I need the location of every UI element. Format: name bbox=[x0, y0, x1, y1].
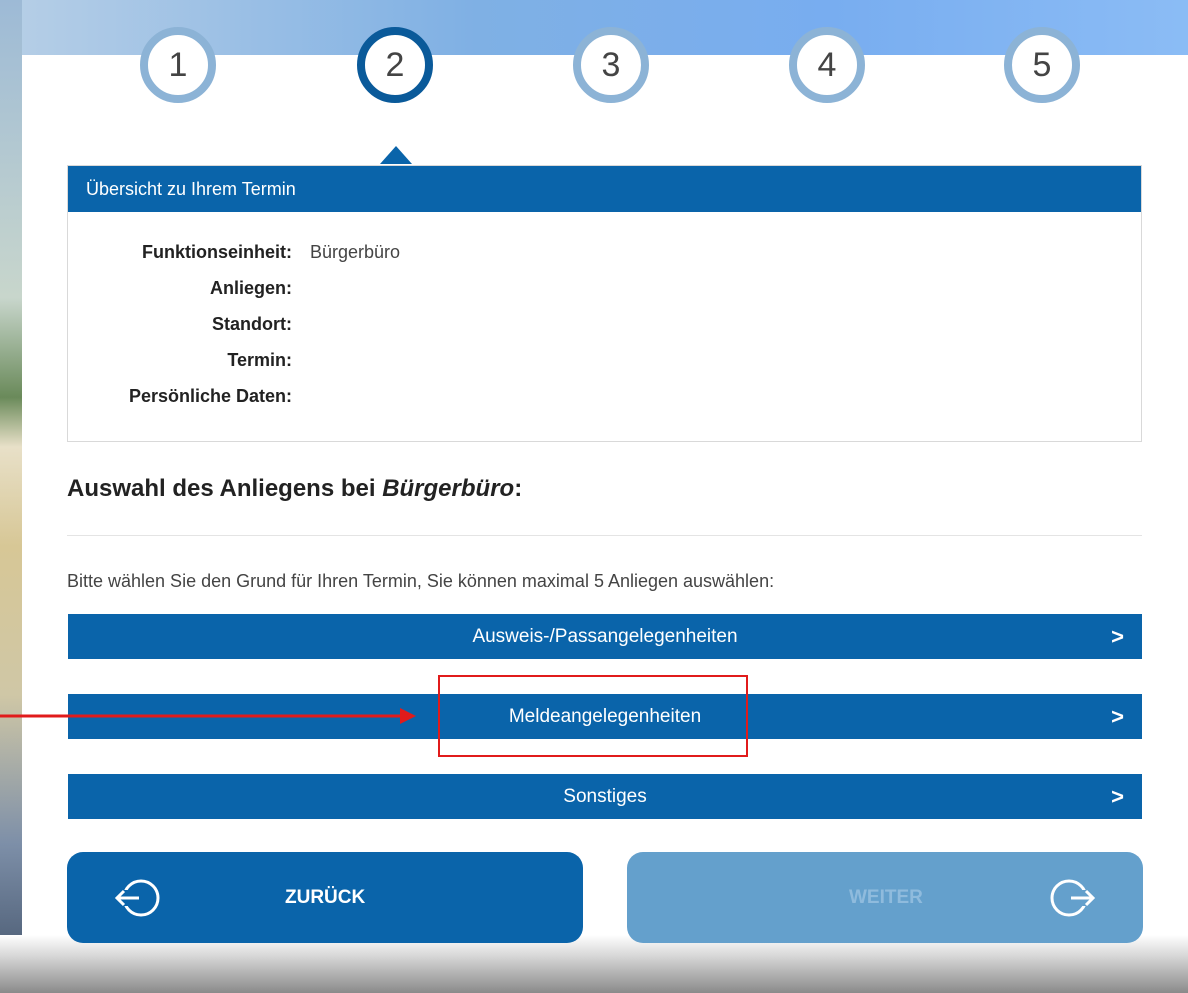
section-title-suffix: : bbox=[514, 475, 523, 502]
overview-row: Funktionseinheit: Bürgerbüro bbox=[68, 242, 488, 278]
category-label: Sonstiges bbox=[563, 785, 647, 807]
annotation-arrow-icon bbox=[0, 708, 416, 724]
overview-row: Standort: bbox=[68, 314, 488, 350]
step-4[interactable]: 4 bbox=[789, 27, 865, 103]
chevron-right-icon: > bbox=[1111, 623, 1124, 649]
exit-left-icon bbox=[114, 879, 160, 916]
section-title: Auswahl des Anliegens bei Bürgerbüro: bbox=[67, 475, 522, 503]
step-5[interactable]: 5 bbox=[1004, 27, 1080, 103]
back-button[interactable]: ZURÜCK bbox=[67, 852, 583, 943]
exit-right-icon bbox=[1050, 879, 1096, 916]
active-step-pointer bbox=[380, 146, 412, 164]
category-label: Ausweis-/Passangelegenheiten bbox=[472, 625, 738, 647]
next-button-disabled[interactable]: WEITER bbox=[627, 852, 1143, 943]
overview-title: Übersicht zu Ihrem Termin bbox=[68, 166, 1141, 212]
step-2-active[interactable]: 2 bbox=[357, 27, 433, 103]
overview-label-standort: Standort: bbox=[212, 314, 292, 334]
section-divider bbox=[67, 535, 1142, 536]
category-ausweis-button[interactable]: Ausweis-/Passangelegenheiten > bbox=[68, 614, 1142, 659]
overview-row: Termin: bbox=[68, 350, 488, 386]
overview-row: Persönliche Daten: bbox=[68, 386, 488, 422]
step-indicator: 1 2 3 4 5 bbox=[0, 0, 1188, 120]
overview-value-funktionseinheit: Bürgerbüro bbox=[310, 242, 401, 262]
chevron-right-icon: > bbox=[1111, 703, 1124, 729]
category-sonstiges-button[interactable]: Sonstiges > bbox=[68, 774, 1142, 819]
overview-row: Anliegen: bbox=[68, 278, 488, 314]
selection-hint: Bitte wählen Sie den Grund für Ihren Ter… bbox=[67, 571, 775, 591]
bottom-shadow bbox=[0, 935, 1188, 993]
category-label: Meldeangelegenheiten bbox=[508, 705, 702, 727]
appointment-overview: Übersicht zu Ihrem Termin Funktionseinhe… bbox=[67, 165, 1142, 442]
background-photo-left bbox=[0, 0, 22, 993]
section-title-prefix: Auswahl des Anliegens bei bbox=[67, 475, 383, 502]
overview-label-funktionseinheit: Funktionseinheit: bbox=[142, 242, 292, 262]
step-1[interactable]: 1 bbox=[140, 27, 216, 103]
section-title-office: Bürgerbüro bbox=[382, 475, 515, 502]
back-label: ZURÜCK bbox=[285, 886, 366, 908]
next-label: WEITER bbox=[849, 886, 923, 908]
overview-label-persoenliche-daten: Persönliche Daten: bbox=[128, 386, 292, 406]
chevron-right-icon: > bbox=[1111, 783, 1124, 809]
overview-label-anliegen: Anliegen: bbox=[209, 278, 292, 298]
overview-label-termin: Termin: bbox=[227, 350, 292, 370]
step-3[interactable]: 3 bbox=[573, 27, 649, 103]
